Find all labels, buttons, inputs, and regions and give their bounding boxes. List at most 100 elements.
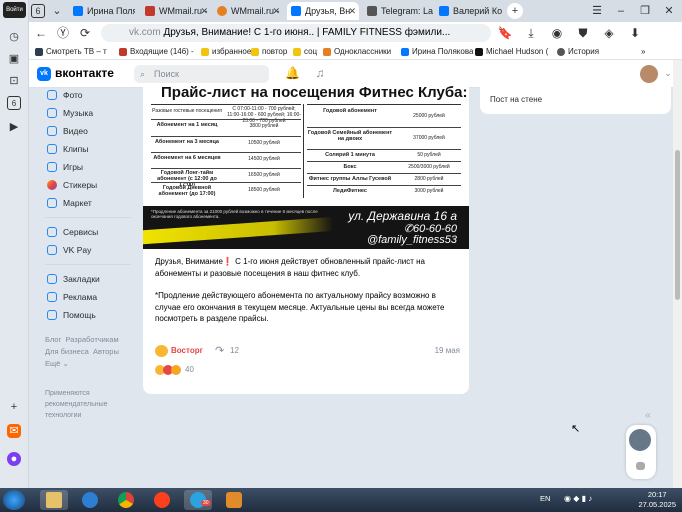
menu-item-help[interactable]: Помощь bbox=[45, 306, 135, 324]
chat-widget[interactable] bbox=[626, 425, 656, 479]
taskbar-telegram[interactable]: 30 bbox=[184, 490, 212, 510]
search-input[interactable]: ⌕ Поиск bbox=[134, 65, 269, 83]
bookmark-irina[interactable]: Ирина Полякова bbox=[401, 46, 473, 58]
menu-item-ads[interactable]: Реклама bbox=[45, 288, 135, 306]
yandex-icon[interactable]: Ⓨ bbox=[55, 25, 71, 41]
games-icon bbox=[47, 162, 57, 172]
price-name-text: Годовой абонемент bbox=[323, 108, 377, 114]
music-icon[interactable]: ♫ bbox=[313, 66, 327, 80]
right-panel[interactable]: Пост на стене bbox=[480, 86, 671, 114]
chat-avatar[interactable] bbox=[629, 429, 651, 451]
close-window-icon[interactable]: ✕ bbox=[661, 3, 677, 19]
bookmark-favorites[interactable]: избранное bbox=[201, 46, 251, 58]
tab-irina[interactable]: Ирина Поля bbox=[69, 2, 135, 20]
url-field[interactable]: vk.com Друзья, Внимание! С 1-го июня.. |… bbox=[101, 24, 491, 42]
menu-label: Фото bbox=[63, 90, 83, 100]
tab-valery[interactable]: Валерий Ко bbox=[435, 2, 505, 20]
language-indicator[interactable]: EN bbox=[540, 494, 550, 503]
reaction-button[interactable]: Восторг bbox=[155, 344, 203, 358]
telegram-badge: 30 bbox=[201, 500, 211, 506]
price-name-text: Годовой Семейный абонемент на двоих bbox=[307, 130, 393, 142]
menu-item-vkpay[interactable]: VK Pay bbox=[45, 241, 135, 259]
bookmark-ok[interactable]: Одноклассники bbox=[323, 46, 391, 58]
bookmark-tv[interactable]: Смотреть ТВ – т bbox=[35, 46, 107, 58]
folder-icon bbox=[201, 48, 209, 56]
link-authors[interactable]: Авторы bbox=[93, 347, 119, 356]
menu-item-services[interactable]: Сервисы bbox=[45, 223, 135, 241]
tab-count-icon[interactable]: 6 bbox=[31, 4, 45, 18]
collapse-icon[interactable]: « bbox=[645, 410, 651, 421]
market-icon bbox=[47, 198, 57, 208]
tabs-count-icon[interactable]: 6 bbox=[7, 96, 21, 110]
close-icon[interactable]: ✕ bbox=[348, 2, 356, 20]
maximize-icon[interactable]: ❐ bbox=[637, 3, 653, 19]
tab-friends-active[interactable]: Друзья, Вн ✕ bbox=[287, 2, 359, 20]
chevron-down-icon[interactable]: ⌄ bbox=[49, 3, 65, 19]
more-bookmarks-icon[interactable]: » bbox=[641, 46, 645, 58]
login-badge[interactable]: Войти bbox=[3, 2, 26, 18]
bookmark-inbox[interactable]: Входящие (146) - bbox=[119, 46, 194, 58]
menu-item-clips[interactable]: Клипы bbox=[45, 140, 135, 158]
link-business[interactable]: Для бизнеса bbox=[45, 347, 89, 356]
bookmark-michael[interactable]: Michael Hudson ( bbox=[475, 46, 548, 58]
close-icon[interactable]: ✕ bbox=[272, 2, 280, 20]
menu-item-music[interactable]: Музыка bbox=[45, 104, 135, 122]
bell-icon[interactable]: 🔔 bbox=[285, 66, 300, 80]
downloads-icon[interactable]: ⬇ bbox=[627, 25, 643, 41]
price-value: 37000 рублей bbox=[413, 135, 445, 141]
minimize-icon[interactable]: – bbox=[613, 3, 629, 19]
avatar[interactable] bbox=[640, 65, 658, 83]
bookmark-social[interactable]: соц bbox=[293, 46, 317, 58]
menu-item-market[interactable]: Маркет bbox=[45, 194, 135, 212]
taskbar-explorer[interactable] bbox=[40, 490, 68, 510]
scrollbar[interactable] bbox=[673, 60, 682, 488]
post-date[interactable]: 19 мая bbox=[435, 344, 460, 358]
extension-icon[interactable]: ◈ bbox=[601, 25, 617, 41]
tab-wmmail-2[interactable]: WMmail.ru - ✕ bbox=[213, 2, 283, 20]
reload-icon[interactable]: ⟳ bbox=[77, 25, 93, 41]
add-icon[interactable]: + bbox=[7, 400, 21, 414]
mail-app-icon[interactable]: ✉ bbox=[7, 424, 21, 438]
menu-item-games[interactable]: Игры bbox=[45, 158, 135, 176]
link-blog[interactable]: Блог bbox=[45, 335, 61, 344]
link-more[interactable]: Ещё bbox=[45, 359, 60, 368]
tab-telegram[interactable]: Telegram: La bbox=[363, 2, 433, 20]
taskbar-chrome[interactable] bbox=[112, 490, 140, 510]
tab-wmmail-1[interactable]: WMmail.ru - ✕ bbox=[141, 2, 211, 20]
close-icon[interactable]: ✕ bbox=[200, 2, 208, 20]
heart-eyes-emoji-icon bbox=[155, 345, 168, 357]
taskbar-ie[interactable] bbox=[76, 490, 104, 510]
scrollbar-thumb[interactable] bbox=[675, 150, 680, 300]
vk-logo-icon[interactable]: vk bbox=[37, 67, 51, 81]
vk-brand[interactable]: вконтакте bbox=[55, 66, 114, 80]
tabs-menu-icon[interactable]: ☰ bbox=[589, 3, 605, 19]
start-button[interactable] bbox=[3, 490, 25, 510]
bookmark-repeat[interactable]: повтор bbox=[251, 46, 287, 58]
clock[interactable]: 20:17 27.05.2025 bbox=[638, 490, 676, 510]
menu-item-stickers[interactable]: Стикеры bbox=[45, 176, 135, 194]
menu-item-bookmarks[interactable]: Закладки bbox=[45, 270, 135, 288]
menu-item-video[interactable]: Видео bbox=[45, 122, 135, 140]
download-icon[interactable]: ⤓ bbox=[523, 25, 539, 41]
back-icon[interactable]: ← bbox=[33, 25, 49, 41]
extension-badge-icon[interactable]: ◉ bbox=[549, 25, 565, 41]
taskbar-yandex[interactable] bbox=[148, 490, 176, 510]
play-icon[interactable]: ▶ bbox=[7, 120, 21, 134]
bookmark-icon[interactable]: 🔖 bbox=[497, 25, 513, 41]
tray-icons[interactable]: ◉ ◆ ▮ ♪ bbox=[564, 494, 592, 503]
share-button[interactable]: ↷ 12 bbox=[215, 344, 239, 358]
history-icon[interactable]: ◷ bbox=[7, 30, 21, 44]
recommend-note[interactable]: Применяются рекомендательные технологии bbox=[45, 388, 125, 421]
alice-icon[interactable]: ● bbox=[7, 452, 21, 466]
messages-icon[interactable]: ▣ bbox=[7, 52, 21, 66]
collections-icon[interactable]: ⊡ bbox=[7, 74, 21, 88]
new-tab-icon[interactable]: + bbox=[507, 3, 523, 19]
bookmark-history[interactable]: История bbox=[557, 46, 599, 58]
protect-icon[interactable]: ⛊ bbox=[575, 25, 591, 41]
chat-bubble-icon[interactable] bbox=[636, 462, 645, 470]
reactions-summary[interactable]: 40 bbox=[155, 364, 194, 376]
menu-item-photo[interactable]: Фото bbox=[45, 86, 135, 104]
link-developers[interactable]: Разработчикам bbox=[65, 335, 118, 344]
menu-label: Игры bbox=[63, 162, 84, 172]
taskbar-media[interactable] bbox=[220, 490, 248, 510]
